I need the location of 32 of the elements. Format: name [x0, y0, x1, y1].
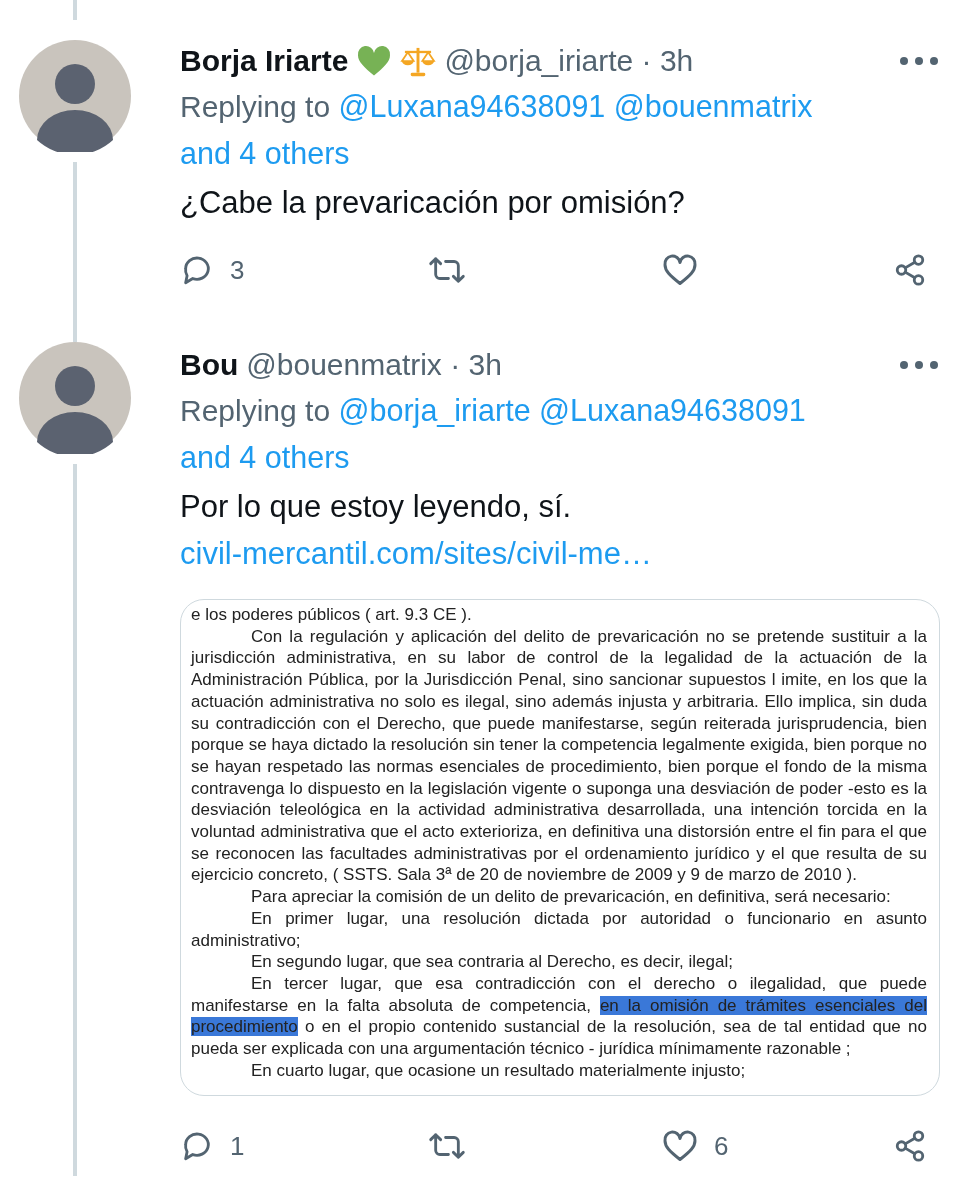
author-name[interactable]: Bou: [180, 342, 239, 387]
handle-time: @borja_iriarte · 3h: [444, 43, 694, 79]
mention-link[interactable]: @Luxana94638091: [539, 393, 806, 427]
document-paragraph: En primer lugar, una resolución dictada por autoridad o funcionario en asunto administrativo;: [191, 907, 927, 952]
handle-time: @bouenmatrix · 3h: [246, 347, 502, 383]
link[interactable]: civil-mercantil.com/sites/civil-me…: [180, 536, 652, 571]
share-icon[interactable]: [893, 253, 927, 287]
replying-label: Replying to: [180, 394, 331, 427]
replying-label: Replying to: [180, 90, 331, 123]
more-icon[interactable]: [898, 54, 940, 67]
document-paragraph: En cuarto lugar, que ocasione un resultado materialmente injusto;: [250, 1059, 747, 1082]
share-icon[interactable]: [893, 1129, 927, 1164]
more-icon[interactable]: [898, 358, 940, 371]
document-paragraph: Para apreciar la comisión de un delito de prevaricación, en definitiva, será necesario:: [250, 886, 892, 908]
document-paragraph: En segundo lugar, que sea contraria al Derecho, es decir, ilegal;: [250, 951, 734, 973]
document-paragraph: Con la regulación y aplicación del delito de prevaricación no se pretende sustituir a la jurisdicción administrativa, en su labor de control de la legalidad de la actuación de la Administración Pública, por la Jurisdicción Penal, sino sancionar supuestos l imite, en los que la actuación administrativa no solo es ilegal, sino además injusta y arbitraria. Ello implica, sin duda su contradicción con el Derecho, que puede manifestarse, según reiterada jurisprudencia, bien porque se haya dictado la resolución sin tener la competencia legalmente exigida, bien porque no se hayan respetado las normas esenciales de procedimiento, bien porque el fondo de la misma contravenga lo dispuesto en la legislación vigente o suponga una desviación de poder -esto es la desviación teleológica en la actividad administrativa desarrollada, una intención torcida en la voluntad administrativa que el acto exterioriza, en definitiva una distorsión entre el fin para el que se reconocen las facultades administrativas por el ordenamiento jurídico y el que resulta de su ejercicio concreto, ( SSTS. Sala 3ª de 20 de noviembre de 2009 y 9 de marzo de 2010 ).: [191, 625, 927, 887]
author-name[interactable]: Borja Iriarte: [180, 38, 349, 83]
like-count: 6: [714, 1129, 729, 1163]
mention-link[interactable]: @borja_iriarte: [338, 393, 531, 427]
mention-link[interactable]: @bouenmatrix: [613, 89, 813, 123]
heart-outline-icon[interactable]: [662, 1129, 698, 1164]
tweet-text: ¿Cabe la prevaricación por omisión?: [180, 184, 686, 222]
heart-icon: [356, 44, 393, 77]
document-paragraph: e los poderes públicos ( art. 9.3 CE ).: [191, 604, 473, 626]
reply-count: 3: [230, 253, 245, 287]
tweet-text: Por lo que estoy leyendo, sí. civil-mercantil.com/sites/civil-me…: [180, 488, 653, 573]
others-link[interactable]: and 4 others: [180, 136, 350, 170]
others-link[interactable]: and 4 others: [180, 440, 350, 474]
mention-link[interactable]: @Luxana94638091: [338, 89, 606, 123]
reply-count: 1: [230, 1129, 245, 1163]
document-paragraph: En tercer lugar, que esa contradicción con el derecho o ilegalidad, que puede manifestarse en la falta absoluta de competencia, en la omisión de trámites esenciales del procedimiento o en el propio contenido sustancial de la resolución, sea de tal entidad que no pueda ser explicada con una argumentación técnico - jurídica mínimamente razonable ;: [191, 972, 927, 1060]
heart-outline-icon[interactable]: [662, 253, 698, 287]
